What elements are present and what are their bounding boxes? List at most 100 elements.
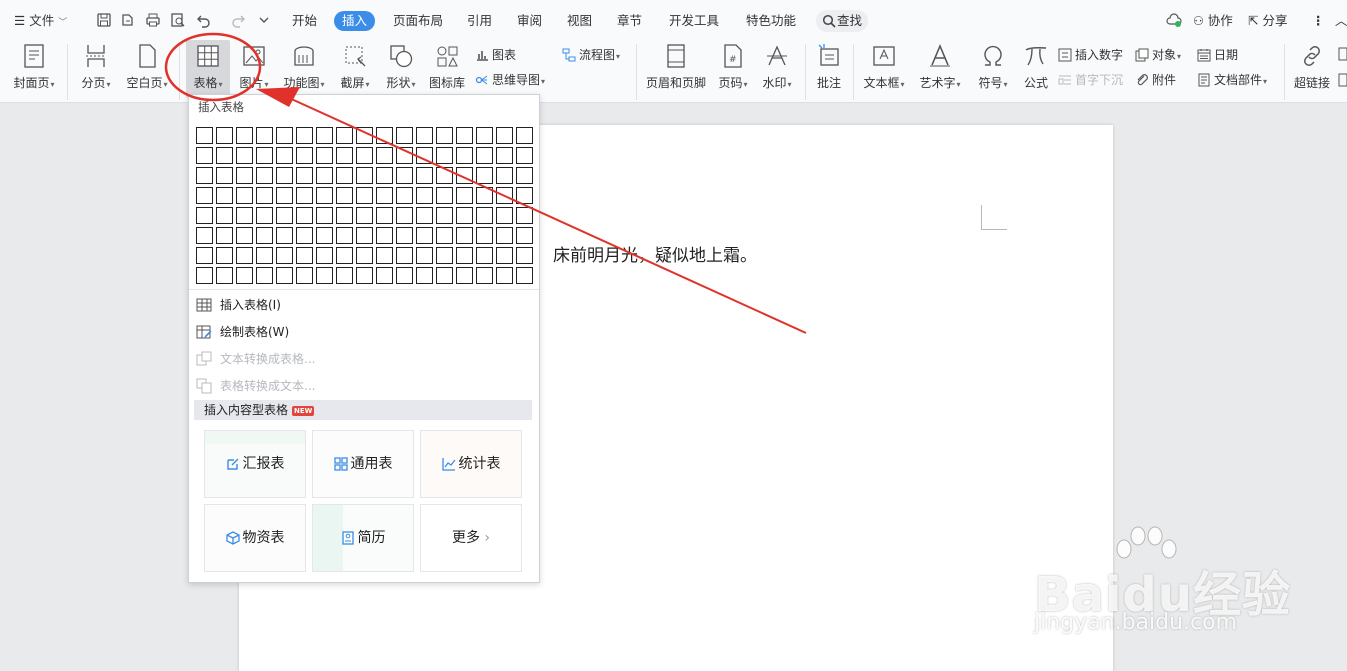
- grid-cell[interactable]: [256, 207, 273, 224]
- table-to-text-item[interactable]: 表格转换成文本...: [196, 375, 315, 397]
- grid-cell[interactable]: [496, 127, 513, 144]
- grid-cell[interactable]: [356, 127, 373, 144]
- tab-section[interactable]: 章节: [617, 11, 642, 31]
- icon-library-button[interactable]: 图标库: [426, 40, 468, 98]
- resume-card[interactable]: 简历: [312, 504, 414, 572]
- grid-cell[interactable]: [316, 207, 333, 224]
- grid-cell[interactable]: [436, 207, 453, 224]
- grid-cell[interactable]: [336, 187, 353, 204]
- share-button[interactable]: ⇱ 分享: [1248, 11, 1287, 31]
- grid-cell[interactable]: [336, 147, 353, 164]
- grid-cell[interactable]: [236, 147, 253, 164]
- textbox-button[interactable]: 文本框▾: [860, 40, 908, 98]
- tab-home[interactable]: 开始: [292, 11, 317, 31]
- grid-cell[interactable]: [496, 267, 513, 284]
- grid-cell[interactable]: [376, 147, 393, 164]
- customize-toolbar-icon[interactable]: [256, 12, 272, 28]
- comment-button[interactable]: 批注: [810, 40, 848, 98]
- grid-cell[interactable]: [296, 207, 313, 224]
- collapse-ribbon-icon[interactable]: ︿: [1335, 11, 1347, 31]
- bookmark-icon[interactable]: [1338, 46, 1347, 96]
- chart-button[interactable]: 图表: [475, 46, 516, 64]
- grid-cell[interactable]: [476, 247, 493, 264]
- grid-cell[interactable]: [216, 267, 233, 284]
- grid-cell[interactable]: [396, 247, 413, 264]
- grid-cell[interactable]: [356, 207, 373, 224]
- grid-cell[interactable]: [456, 247, 473, 264]
- grid-cell[interactable]: [436, 167, 453, 184]
- grid-cell[interactable]: [296, 267, 313, 284]
- object-button[interactable]: 对象▾: [1135, 46, 1181, 64]
- grid-cell[interactable]: [356, 187, 373, 204]
- grid-cell[interactable]: [256, 247, 273, 264]
- grid-cell[interactable]: [476, 267, 493, 284]
- grid-cell[interactable]: [196, 267, 213, 284]
- grid-cell[interactable]: [196, 187, 213, 204]
- grid-cell[interactable]: [296, 247, 313, 264]
- grid-cell[interactable]: [496, 187, 513, 204]
- grid-cell[interactable]: [476, 207, 493, 224]
- blank-page-button[interactable]: 空白页▾: [122, 40, 172, 98]
- grid-cell[interactable]: [196, 207, 213, 224]
- insert-number-button[interactable]: 插入数字: [1058, 46, 1123, 64]
- grid-cell[interactable]: [296, 167, 313, 184]
- grid-cell[interactable]: [416, 207, 433, 224]
- tab-developer[interactable]: 开发工具: [669, 11, 719, 31]
- tab-insert[interactable]: 插入: [334, 11, 376, 31]
- grid-cell[interactable]: [296, 187, 313, 204]
- grid-cell[interactable]: [376, 187, 393, 204]
- grid-cell[interactable]: [216, 227, 233, 244]
- grid-cell[interactable]: [476, 227, 493, 244]
- tab-references[interactable]: 引用: [467, 11, 492, 31]
- grid-cell[interactable]: [436, 187, 453, 204]
- grid-cell[interactable]: [396, 187, 413, 204]
- grid-cell[interactable]: [316, 267, 333, 284]
- page-number-button[interactable]: # 页码▾: [713, 40, 753, 98]
- watermark-button[interactable]: 水印▾: [757, 40, 797, 98]
- grid-cell[interactable]: [216, 127, 233, 144]
- grid-cell[interactable]: [356, 267, 373, 284]
- grid-cell[interactable]: [276, 127, 293, 144]
- function-chart-button[interactable]: 功能图▾: [279, 40, 329, 98]
- grid-cell[interactable]: [276, 267, 293, 284]
- grid-cell[interactable]: [496, 227, 513, 244]
- grid-cell[interactable]: [376, 207, 393, 224]
- general-table-card[interactable]: 通用表: [312, 430, 414, 498]
- grid-cell[interactable]: [516, 227, 533, 244]
- tab-review[interactable]: 审阅: [517, 11, 542, 31]
- grid-cell[interactable]: [356, 247, 373, 264]
- wordart-button[interactable]: 艺术字▾: [914, 40, 966, 98]
- doc-parts-button[interactable]: 文档部件▾: [1197, 71, 1267, 89]
- grid-cell[interactable]: [236, 227, 253, 244]
- grid-cell[interactable]: [196, 247, 213, 264]
- grid-cell[interactable]: [276, 187, 293, 204]
- grid-cell[interactable]: [356, 167, 373, 184]
- grid-cell[interactable]: [276, 247, 293, 264]
- print-icon[interactable]: [145, 12, 161, 28]
- grid-cell[interactable]: [416, 127, 433, 144]
- grid-cell[interactable]: [516, 187, 533, 204]
- shape-button[interactable]: 形状▾: [380, 40, 422, 98]
- save-icon[interactable]: [96, 12, 112, 28]
- grid-cell[interactable]: [436, 147, 453, 164]
- drop-cap-button[interactable]: 首字下沉: [1058, 71, 1123, 89]
- insert-table-item[interactable]: 插入表格(I): [196, 294, 281, 316]
- cloud-sync-icon[interactable]: [1166, 12, 1182, 28]
- grid-cell[interactable]: [236, 247, 253, 264]
- grid-cell[interactable]: [256, 267, 273, 284]
- grid-cell[interactable]: [236, 167, 253, 184]
- grid-cell[interactable]: [196, 127, 213, 144]
- grid-cell[interactable]: [416, 247, 433, 264]
- collab-button[interactable]: ⚇ 协作: [1193, 11, 1233, 31]
- search-button[interactable]: 查找: [816, 10, 868, 32]
- grid-cell[interactable]: [216, 207, 233, 224]
- mindmap-button[interactable]: 思维导图▾: [475, 71, 545, 89]
- grid-cell[interactable]: [456, 267, 473, 284]
- grid-cell[interactable]: [316, 227, 333, 244]
- grid-cell[interactable]: [456, 187, 473, 204]
- grid-cell[interactable]: [276, 227, 293, 244]
- grid-cell[interactable]: [216, 147, 233, 164]
- grid-cell[interactable]: [316, 167, 333, 184]
- grid-cell[interactable]: [396, 147, 413, 164]
- grid-cell[interactable]: [336, 227, 353, 244]
